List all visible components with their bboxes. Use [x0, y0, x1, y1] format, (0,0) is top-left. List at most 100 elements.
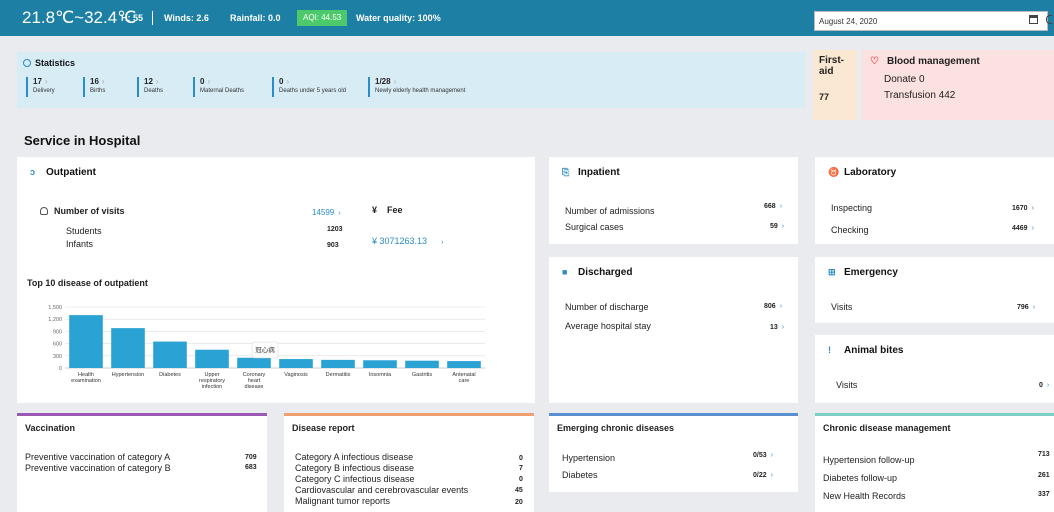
stat-elderly-health: 1/28 › Newly elderly health management — [368, 77, 465, 97]
bar[interactable] — [237, 357, 271, 368]
x-tick-label: Gastritis — [412, 372, 432, 378]
infants-value: 903 — [327, 242, 339, 249]
checking-value[interactable]: 4469 › — [1012, 225, 1034, 232]
chart-title: Top 10 disease of outpatient — [27, 278, 148, 288]
calendar-icon[interactable] — [1029, 15, 1038, 24]
laboratory-title: ♉ Laboratory — [828, 167, 897, 178]
exclamation-icon: ! — [828, 345, 831, 355]
chronic-title: Chronic disease management — [823, 423, 951, 433]
divider — [152, 11, 153, 25]
heart-icon: ♡ — [870, 56, 879, 67]
first-aid-value: 77 — [819, 92, 830, 102]
discharge-label: Number of discharge — [565, 302, 649, 312]
discharge-value[interactable]: 806 › — [764, 303, 782, 310]
infants-label: Infants — [66, 239, 94, 249]
water-quality: Water quality: 100% — [356, 13, 441, 23]
plus-icon: ⊞ — [828, 267, 836, 277]
bar[interactable] — [69, 315, 103, 368]
x-tick-label: Coronary heart disease — [243, 372, 266, 390]
surgical-label: Surgical cases — [565, 222, 624, 232]
visits-label: Number of visits — [40, 206, 125, 216]
y-tick-label: 900 — [53, 329, 62, 335]
bar[interactable] — [447, 361, 481, 368]
fee-label: ¥ Fee — [372, 205, 403, 215]
bar[interactable] — [321, 359, 355, 368]
checking-label: Checking — [831, 225, 869, 235]
diabetes-label: Diabetes — [562, 470, 598, 480]
vaccination-a-value: 709 — [245, 454, 257, 461]
cardiovascular-value: 45 — [515, 487, 523, 494]
diabetes-followup-value: 261 — [1038, 472, 1050, 479]
first-aid-panel[interactable]: First-aid 77 — [813, 50, 857, 120]
laboratory-card: ♉ Laboratory Inspecting 1670 › Checking 44… — [815, 157, 1054, 244]
yen-icon: ¥ — [372, 205, 378, 215]
transfusion-value: Transfusion 442 — [884, 90, 956, 101]
chevron-right-icon: › — [338, 210, 341, 217]
fee-value[interactable]: ¥ 3071263.13 › — [372, 236, 443, 246]
x-tick-label: Vaginosis — [284, 372, 308, 378]
flask-icon: ♉ — [828, 167, 840, 177]
person-icon — [40, 207, 48, 215]
y-tick-label: 1,200 — [48, 317, 62, 323]
info-icon — [23, 59, 31, 67]
visits-value[interactable]: 14599 › — [312, 208, 341, 217]
x-tick-label: Health examination — [71, 372, 101, 384]
blood-title: ♡ Blood management — [870, 56, 980, 67]
x-tick-label: Dermatitis — [326, 372, 351, 378]
bar[interactable] — [405, 360, 439, 368]
animal-visits-value[interactable]: 0 › — [1039, 382, 1049, 389]
category-b-value: 7 — [519, 465, 523, 472]
health-records-label: New Health Records — [823, 491, 906, 501]
hypertension-value[interactable]: 0/53 › — [753, 452, 773, 459]
admissions-value[interactable]: 668 › — [764, 203, 782, 210]
inspecting-value[interactable]: 1670 › — [1012, 205, 1034, 212]
inpatient-title: ⎘ Inpatient — [562, 167, 620, 178]
stat-maternal-deaths: 0 › Maternal Deaths — [193, 77, 244, 97]
blood-management-panel[interactable]: ♡ Blood management Donate 0 Transfusion 4… — [862, 50, 1054, 120]
emergency-visits-value[interactable]: 796 › — [1017, 304, 1035, 311]
hypertension-followup-value: 713 — [1038, 451, 1050, 458]
admissions-label: Number of admissions — [565, 206, 655, 216]
stat-deaths-under-5: 0 › Deaths under 5 years old — [272, 77, 346, 97]
tumor-label: Malignant tumor reports — [295, 496, 391, 506]
statistics-panel: Statistics 17 › Delivery 16 › Births 12 › Deat… — [17, 52, 805, 108]
emergency-visits-label: Visits — [831, 302, 853, 312]
rainfall: Rainfall: 0.0 — [230, 13, 281, 23]
x-tick-label: Insomnia — [369, 372, 392, 378]
bar[interactable] — [195, 349, 229, 368]
discharge-icon: ■ — [562, 267, 568, 277]
bar[interactable] — [363, 360, 397, 368]
bar[interactable] — [279, 359, 313, 368]
date-input[interactable]: August 24, 2020 — [814, 11, 1048, 31]
diabetes-value[interactable]: 0/22 › — [753, 472, 773, 479]
tumor-value: 20 — [515, 499, 523, 506]
vaccination-title: Vaccination — [25, 423, 76, 433]
outpatient-title: ↄ Outpatient — [30, 167, 96, 178]
vaccination-b-label: Preventive vaccination of category B — [25, 463, 171, 473]
animal-bites-title: ! Animal bites — [828, 345, 904, 356]
emerging-title: Emerging chronic diseases — [557, 423, 675, 433]
disease-bar-chart: 0 300 600 900 1,200 1,500 Health examination Hyp… — [48, 305, 485, 390]
clock-icon[interactable] — [1046, 15, 1052, 24]
outpatient-card: ↄ Outpatient Number of visits 14599 › Stud… — [17, 157, 535, 403]
emergency-title: ⊞ Emergency — [828, 267, 898, 278]
vaccination-card: Vaccination Preventive vaccination of ca… — [17, 413, 267, 512]
donate-value: Donate 0 — [884, 74, 925, 85]
y-tick-label: 1,500 — [48, 305, 62, 311]
bar[interactable] — [111, 328, 145, 368]
category-b-label: Category B infectious disease — [295, 463, 415, 473]
stay-value[interactable]: 13 › — [770, 324, 784, 331]
bar[interactable] — [153, 341, 187, 368]
stat-deaths: 12 › Deaths — [137, 77, 163, 97]
chevron-right-icon: › — [441, 239, 444, 246]
surgical-value[interactable]: 59 › — [770, 223, 784, 230]
statistics-title: Statistics — [23, 58, 75, 68]
stat-delivery: 17 › Delivery — [26, 77, 55, 97]
inspecting-label: Inspecting — [831, 203, 873, 213]
stethoscope-icon: ↄ — [30, 167, 36, 177]
students-label: Students — [66, 226, 102, 236]
category-a-label: Category A infectious disease — [295, 452, 414, 462]
emergency-card: ⊞ Emergency Visits 796 › — [815, 257, 1054, 323]
aqi-badge: AQI: 44.53 — [297, 10, 348, 26]
x-tick-label: Antenatal care — [452, 372, 475, 384]
